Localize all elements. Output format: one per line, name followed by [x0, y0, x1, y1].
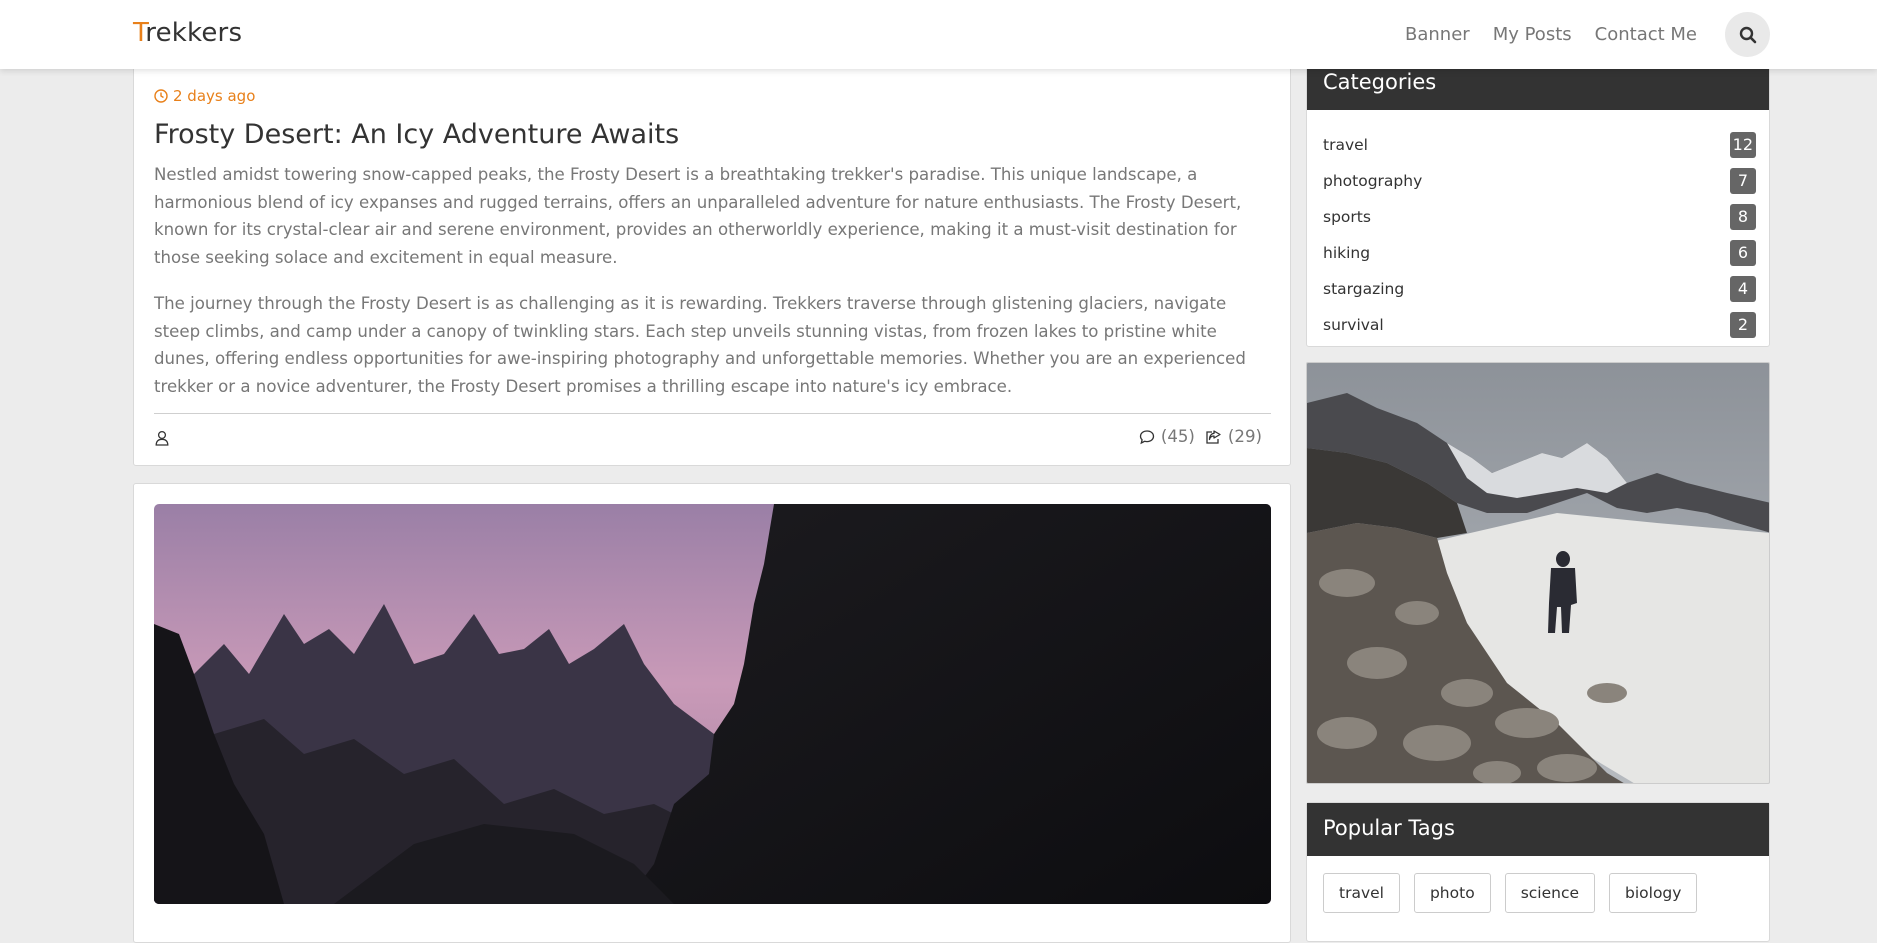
category-count-badge: 8 — [1730, 204, 1756, 230]
tag-biology[interactable]: biology — [1609, 873, 1698, 913]
sidebar-photo-hiker[interactable] — [1306, 362, 1770, 784]
category-list: travel 12 photography 7 sports 8 hiking … — [1323, 127, 1756, 343]
tag-list: travel photo science biology — [1323, 873, 1698, 913]
tag-photo[interactable]: photo — [1413, 873, 1491, 913]
categories-widget: Categories travel 12 photography 7 sport… — [1306, 56, 1770, 347]
brand-name: rekkers — [145, 18, 243, 48]
nav-links: Banner My Posts Contact Me — [1405, 24, 1697, 45]
post-divider — [154, 413, 1271, 414]
category-count-badge: 6 — [1730, 240, 1756, 266]
post-body: Nestled amidst towering snow-capped peak… — [154, 161, 1272, 419]
search-icon — [1739, 26, 1756, 43]
comments-count: (45) — [1160, 427, 1195, 446]
shares-count: (29) — [1227, 427, 1262, 446]
category-name: survival — [1323, 316, 1384, 334]
share-icon — [1206, 429, 1221, 444]
tag-science[interactable]: science — [1504, 873, 1596, 913]
category-count-badge: 4 — [1730, 276, 1756, 302]
hiker-snow-image — [1307, 363, 1769, 783]
post-title[interactable]: Frosty Desert: An Icy Adventure Awaits — [154, 119, 679, 150]
post-timestamp: 2 days ago — [154, 87, 255, 105]
nav-link-banner[interactable]: Banner — [1405, 24, 1470, 45]
author-button[interactable] — [155, 430, 169, 450]
category-count-badge: 2 — [1730, 312, 1756, 338]
clock-icon — [154, 89, 168, 103]
category-item-survival[interactable]: survival 2 — [1323, 307, 1756, 343]
category-count-badge: 12 — [1729, 132, 1756, 158]
post-stats: (45) (29) — [1139, 427, 1262, 446]
post-card — [133, 483, 1291, 943]
user-icon — [155, 430, 169, 446]
post-image-mountains[interactable] — [154, 504, 1271, 904]
top-navbar: Trekkers Banner My Posts Contact Me — [0, 0, 1877, 69]
category-item-stargazing[interactable]: stargazing 4 — [1323, 271, 1756, 307]
mountain-landscape-image — [154, 504, 1271, 904]
category-name: photography — [1323, 172, 1423, 190]
post-paragraph: The journey through the Frosty Desert is… — [154, 294, 1246, 396]
popular-tags-widget: Popular Tags travel photo science biolog… — [1306, 802, 1770, 942]
brand-initial: T — [133, 18, 146, 48]
category-item-sports[interactable]: sports 8 — [1323, 199, 1756, 235]
category-name: hiking — [1323, 244, 1371, 262]
category-name: travel — [1323, 136, 1368, 154]
post-paragraph: Nestled amidst towering snow-capped peak… — [154, 165, 1242, 267]
category-item-travel[interactable]: travel 12 — [1323, 127, 1756, 163]
comment-icon — [1139, 429, 1154, 444]
category-item-hiking[interactable]: hiking 6 — [1323, 235, 1756, 271]
brand-logo[interactable]: Trekkers — [133, 18, 242, 48]
nav-link-contact-me[interactable]: Contact Me — [1595, 24, 1697, 45]
category-name: stargazing — [1323, 280, 1405, 298]
nav-link-my-posts[interactable]: My Posts — [1493, 24, 1572, 45]
share-button[interactable]: (29) — [1205, 427, 1262, 446]
timestamp-text: 2 days ago — [173, 87, 256, 105]
search-button[interactable] — [1725, 12, 1770, 57]
comments-button[interactable]: (45) — [1139, 427, 1195, 446]
category-count-badge: 7 — [1730, 168, 1756, 194]
popular-tags-title: Popular Tags — [1307, 803, 1769, 856]
post-card: 2 days ago Frosty Desert: An Icy Adventu… — [133, 56, 1291, 466]
category-name: sports — [1323, 208, 1371, 226]
tag-travel[interactable]: travel — [1323, 873, 1400, 913]
category-item-photography[interactable]: photography 7 — [1323, 163, 1756, 199]
